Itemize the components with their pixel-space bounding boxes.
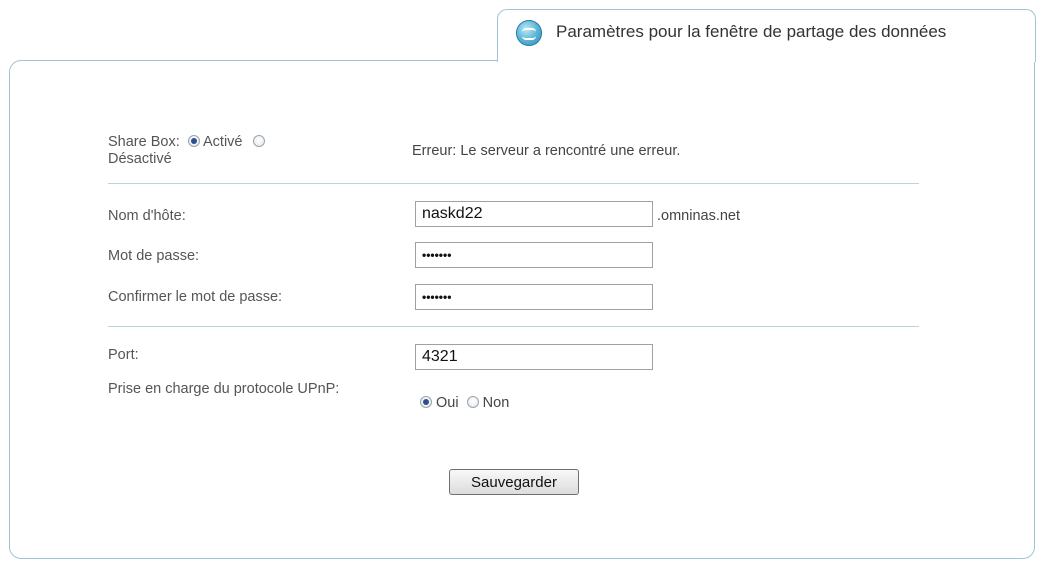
- sharebox-row: Share Box: Activé Désactivé: [108, 134, 338, 168]
- confirm-password-label: Confirmer le mot de passe:: [108, 289, 283, 305]
- confirm-password-input[interactable]: •••••••: [415, 284, 653, 310]
- hostname-suffix: .omninas.net: [657, 208, 741, 224]
- save-button[interactable]: Sauvegarder: [449, 469, 579, 495]
- port-label: Port:: [108, 347, 139, 363]
- tab-gap: [498, 59, 1033, 62]
- tab-title: Paramètres pour la fenêtre de partage de…: [556, 22, 947, 41]
- hostname-label: Nom d'hôte:: [108, 208, 186, 224]
- error-message: Erreur: Le serveur a rencontré une erreu…: [412, 143, 681, 159]
- share-globe-icon: [516, 20, 542, 46]
- upnp-label: Prise en charge du protocole UPnP:: [108, 381, 340, 397]
- upnp-no-label[interactable]: Non: [483, 395, 510, 411]
- upnp-options: Oui Non: [420, 395, 509, 412]
- password-input[interactable]: •••••••: [415, 242, 653, 268]
- upnp-yes-radio[interactable]: [420, 396, 432, 408]
- settings-tab[interactable]: Paramètres pour la fenêtre de partage de…: [497, 9, 1036, 62]
- sharebox-on-radio[interactable]: [187, 135, 200, 147]
- sharebox-off-radio[interactable]: [252, 135, 265, 147]
- upnp-yes-label[interactable]: Oui: [436, 395, 459, 411]
- sharebox-label: Share Box:: [108, 134, 180, 150]
- share-settings-window: Paramètres pour la fenêtre de partage de…: [0, 0, 1051, 565]
- port-input[interactable]: [415, 344, 653, 370]
- divider: [108, 326, 919, 327]
- hostname-input[interactable]: [415, 201, 653, 227]
- upnp-no-radio[interactable]: [466, 396, 479, 408]
- divider: [108, 183, 919, 184]
- sharebox-off-label[interactable]: Désactivé: [108, 151, 172, 167]
- password-label: Mot de passe:: [108, 248, 200, 264]
- sharebox-on-label[interactable]: Activé: [203, 134, 243, 150]
